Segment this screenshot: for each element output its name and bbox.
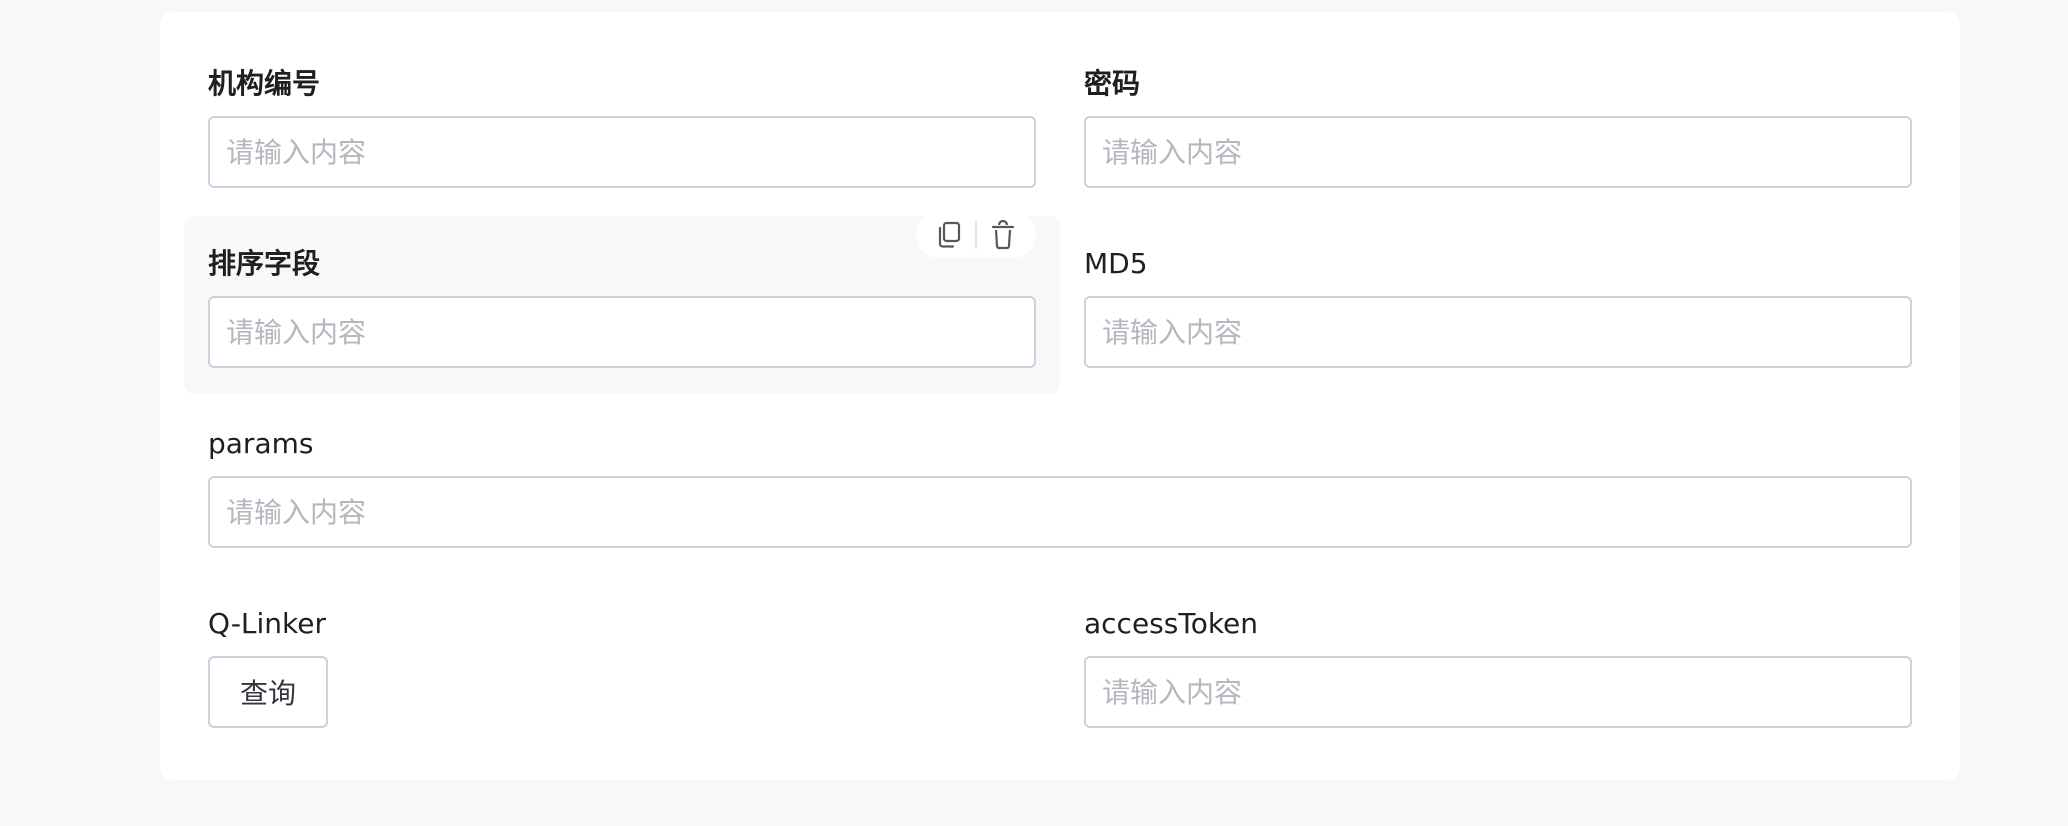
field-md5: MD5 <box>1084 244 1912 368</box>
field-q-linker: Q-Linker 查询 <box>208 604 1036 728</box>
org-code-input[interactable] <box>208 116 1036 188</box>
form-card: 机构编号 密码 排序字段 MD5 <box>160 12 1960 780</box>
toolbar-divider <box>975 221 977 249</box>
q-linker-label: Q-Linker <box>208 607 327 640</box>
password-input[interactable] <box>1084 116 1912 188</box>
org-code-label: 机构编号 <box>208 67 321 100</box>
query-button[interactable]: 查询 <box>208 656 328 728</box>
field-sort: 排序字段 <box>208 244 1036 368</box>
field-password: 密码 <box>1084 64 1912 188</box>
access-token-input[interactable] <box>1084 656 1912 728</box>
sort-field-input[interactable] <box>208 296 1036 368</box>
md5-label: MD5 <box>1084 247 1148 280</box>
md5-input[interactable] <box>1084 296 1912 368</box>
sort-field-label: 排序字段 <box>208 247 321 280</box>
delete-field-button[interactable] <box>983 215 1023 255</box>
copy-field-button[interactable] <box>929 215 969 255</box>
trash-icon <box>991 220 1015 250</box>
field-action-toolbar <box>916 212 1036 258</box>
field-access-token: accessToken <box>1084 604 1912 728</box>
access-token-label: accessToken <box>1084 607 1259 640</box>
password-label: 密码 <box>1084 67 1141 100</box>
params-label: params <box>208 427 314 460</box>
params-input[interactable] <box>208 476 1912 548</box>
field-params: params <box>208 424 1912 548</box>
field-org-code: 机构编号 <box>208 64 1036 188</box>
copy-icon <box>938 221 961 248</box>
